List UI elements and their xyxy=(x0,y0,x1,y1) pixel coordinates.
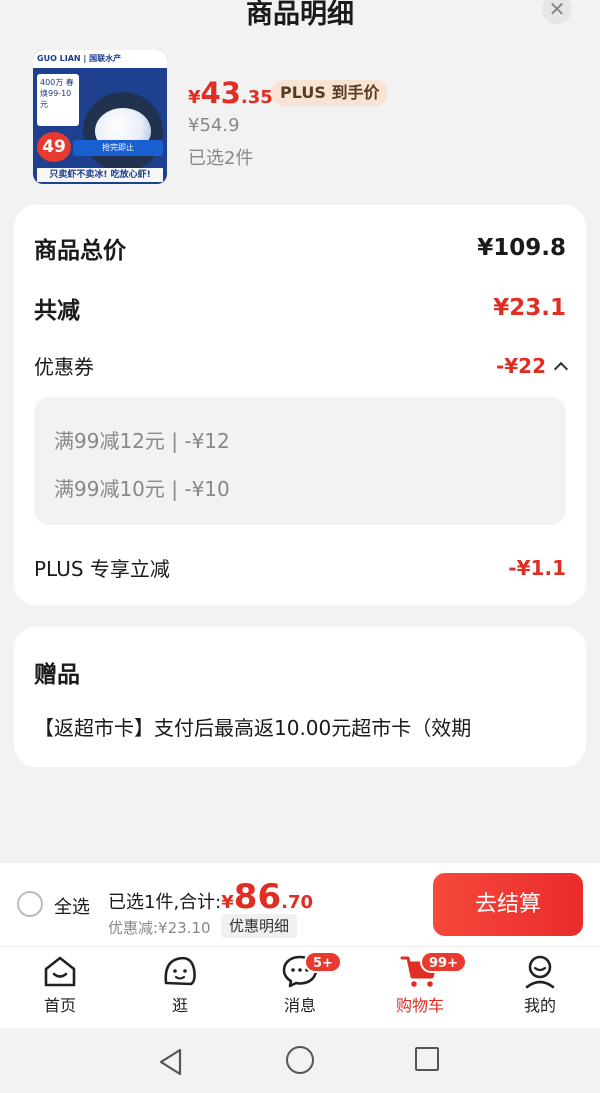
product-thumbnail[interactable]: GUO LIAN | 国联水产 400万 春焕99-10元 49 抢完即止 只卖… xyxy=(33,50,167,184)
total-label: 商品总价 xyxy=(34,238,126,264)
reduce-value: ¥23.1 xyxy=(493,295,566,321)
product-price: ¥ 43 .35 xyxy=(188,76,273,110)
tab-label: 我的 xyxy=(523,996,556,1015)
coupon-item: 满99减10元 | -¥10 xyxy=(54,477,230,501)
tab-home[interactable]: 首页 xyxy=(20,953,100,1029)
plus-discount-value: -¥1.1 xyxy=(508,555,566,580)
recent-apps-icon[interactable] xyxy=(415,1047,439,1071)
tab-label: 逛 xyxy=(171,996,188,1015)
select-all-label[interactable]: 全选 xyxy=(54,893,90,919)
sheet-title: 商品明细 xyxy=(246,0,354,30)
thumb-brand: GUO LIAN | 国联水产 xyxy=(33,50,167,68)
thumb-strip: 抢完即止 xyxy=(73,140,163,156)
plus-discount-label: PLUS 专享立减 xyxy=(34,557,170,581)
thumb-tag: 400万 春焕99-10元 xyxy=(37,74,79,126)
coupon-label: 优惠券 xyxy=(34,355,94,379)
discount-detail-button[interactable]: 优惠明细 xyxy=(221,914,298,938)
original-price: ¥54.9 xyxy=(188,115,240,136)
gift-card: 赠品 【返超市卡】支付后最高返10.00元超市卡（效期 xyxy=(14,627,586,767)
reduce-row: 共减 ¥23.1 xyxy=(34,291,566,325)
coupon-value[interactable]: -¥22 xyxy=(495,353,569,378)
plus-price-tag: PLUS 到手价 xyxy=(271,80,389,106)
price-breakdown-card: 商品总价 ¥109.8 共减 ¥23.1 优惠券 -¥22 满99减12元 | … xyxy=(14,205,586,605)
checkout-button[interactable]: 去结算 xyxy=(433,873,583,936)
tab-profile[interactable]: 我的 xyxy=(500,953,580,1029)
total-value: ¥109.8 xyxy=(477,235,566,261)
tab-messages[interactable]: 5+ 消息 xyxy=(260,951,342,1029)
coupon-list: 满99减12元 | -¥12 满99减10元 | -¥10 xyxy=(34,397,566,525)
coupon-item: 满99减12元 | -¥12 xyxy=(54,429,230,453)
cart-badge: 99+ xyxy=(420,951,467,973)
browse-icon xyxy=(164,956,196,986)
gift-description: 【返超市卡】支付后最高返10.00元超市卡（效期 xyxy=(34,716,472,740)
sum-integer: 86 xyxy=(233,877,282,917)
profile-icon xyxy=(525,955,555,989)
coupon-row[interactable]: 优惠券 -¥22 xyxy=(34,351,569,380)
select-all-checkbox[interactable] xyxy=(17,891,43,917)
total-row: 商品总价 ¥109.8 xyxy=(34,231,566,265)
tab-label: 购物车 xyxy=(395,996,444,1015)
message-badge: 5+ xyxy=(304,951,342,973)
sheet-header: 商品明细 ✕ GUO LIAN | 国联水产 400万 春焕99-10元 49 … xyxy=(0,0,600,205)
chevron-up-icon[interactable] xyxy=(553,361,569,376)
selected-count: 已选2件 xyxy=(188,148,254,169)
plus-discount-row: PLUS 专享立减 -¥1.1 xyxy=(34,553,566,582)
sum-prefix: 已选1件,合计: xyxy=(108,892,222,913)
system-navbar xyxy=(0,1028,600,1093)
price-decimal: .35 xyxy=(240,87,273,108)
checkout-bar: 全选 已选1件,合计: ¥ 86 .70 优惠减:¥23.10 优惠明细 去结算 xyxy=(0,862,600,946)
tab-label: 首页 xyxy=(43,996,76,1015)
home-circle-icon[interactable] xyxy=(286,1046,314,1074)
gift-title: 赠品 xyxy=(34,662,80,688)
back-icon[interactable] xyxy=(158,1048,184,1076)
coupon-amount: -¥22 xyxy=(495,353,546,378)
sum-line: 已选1件,合计: ¥ 86 .70 xyxy=(108,877,313,917)
bottom-tabbar: 首页 逛 5+ 消息 99+ 购物车 我的 xyxy=(0,946,600,1028)
tab-browse[interactable]: 逛 xyxy=(140,953,220,1029)
home-icon xyxy=(44,956,76,987)
discount-text: 优惠减:¥23.10 xyxy=(108,919,211,937)
sum-symbol: ¥ xyxy=(221,892,234,913)
tab-label: 消息 xyxy=(283,996,316,1015)
thumb-price: 49 xyxy=(37,132,71,162)
thumb-slogan: 只卖虾不卖冰! 吃放心虾! xyxy=(37,168,163,182)
sum-decimal: .70 xyxy=(281,892,313,913)
close-icon: ✕ xyxy=(548,0,566,21)
tab-cart[interactable]: 99+ 购物车 xyxy=(380,951,467,1029)
price-symbol: ¥ xyxy=(188,87,201,108)
reduce-label: 共减 xyxy=(34,298,80,324)
price-integer: 43 xyxy=(200,76,241,110)
